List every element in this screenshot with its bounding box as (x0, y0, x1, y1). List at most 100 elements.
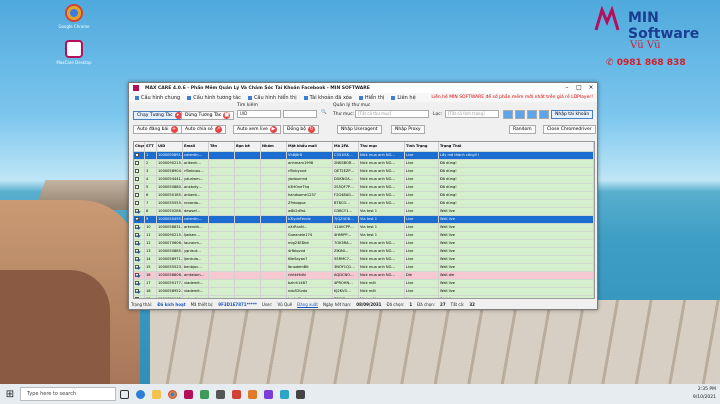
chrome-taskbar-icon[interactable] (164, 387, 180, 401)
table-row[interactable]: 10 1000058831… arkeroth… xXrRnxN… 11AVCPP… Vi… (134, 224, 594, 232)
dung-tuong-tac-button[interactable]: Dừng Tương Tác ■ (181, 111, 235, 120)
row-checkbox[interactable] (134, 248, 145, 255)
column-header[interactable]: Nhóm (261, 142, 287, 151)
search-input[interactable] (283, 110, 317, 118)
dong-bo-button[interactable]: Đồng bộ ↻ (283, 125, 319, 134)
delete-button[interactable] (539, 110, 549, 119)
chay-tuong-tac-button[interactable]: Chạy Tương Tác ▸ (133, 111, 186, 120)
table-row[interactable]: 4 1000054441… ydurlwm… ybdoumnd DUKNOA… Nick … (134, 176, 594, 184)
row-checkbox[interactable] (134, 264, 145, 271)
nhap-tai-khoan-button[interactable]: Nhập tài khoản (551, 110, 594, 119)
column-header[interactable]: Bạn bè (235, 142, 261, 151)
random-button[interactable]: Random (509, 125, 536, 134)
table-row[interactable]: 5 1000050880… anxbvty… k3HOneThq 2S5QF7P… Nic… (134, 184, 594, 192)
row-checkbox[interactable] (134, 216, 145, 223)
maximize-button[interactable]: □ (573, 83, 585, 93)
windows-start-button[interactable]: ⊞ (0, 389, 20, 400)
table-row[interactable]: 19 1000059143… vakentin… kgdyd1vdo PSIMO… Nic… (134, 296, 594, 298)
column-header[interactable]: Trạng Thái (439, 142, 594, 151)
table-row[interactable]: 8 1000050286… dewsef… w8k2dYaL G3BCY1… Via te… (134, 208, 594, 216)
row-checkbox[interactable] (134, 168, 145, 175)
menu-hien-thi[interactable]: Hiển thị (358, 95, 384, 101)
table-row[interactable]: 14 1000058971… ljenkula… tBeSayon7 5SRMC7… Ni… (134, 256, 594, 264)
row-checkbox[interactable] (134, 224, 145, 231)
column-header[interactable]: Mật khẩu mail (287, 142, 333, 151)
row-checkbox[interactable] (134, 192, 145, 199)
app5-taskbar-icon[interactable] (260, 387, 276, 401)
row-checkbox[interactable] (134, 288, 145, 295)
refresh-button[interactable] (503, 110, 513, 119)
column-header[interactable]: Tên (209, 142, 235, 151)
close-chromedriver-button[interactable]: Close Chromedriver (543, 125, 596, 134)
menu-cau-hinh-tuong-tac[interactable]: Cấu hình tương tác (187, 95, 241, 101)
folder-button[interactable] (515, 110, 525, 119)
table-row[interactable]: 13 1000050885… ygnisut… 4rfblqvnd ZIKINI… Nic… (134, 248, 594, 256)
table-row[interactable]: 16 1000058806… amkelam… rtlrtkHldhl AQDCNO… N… (134, 272, 594, 280)
auto-chia-se-button[interactable]: Auto chia sẻ ↗ (181, 125, 226, 134)
table-row[interactable]: 2 1000090215… arikenh… anhmam1998 2NKSBOR… Ni… (134, 160, 594, 168)
column-header[interactable]: Email (183, 142, 209, 151)
nhap-proxy-button[interactable]: Nhập Proxy (391, 125, 425, 134)
auto-xem-live-button[interactable]: Auto xem live ▶ (233, 125, 281, 134)
table-row[interactable]: 17 1000059177… vlademit… bzhrh1487 4PROHN… Ni… (134, 280, 594, 288)
table-row[interactable]: 15 1000055523… benbjoc… IbnodemBit 3NOY1Q1… N… (134, 264, 594, 272)
row-checkbox[interactable] (134, 280, 145, 287)
edge-icon[interactable] (132, 387, 148, 401)
nhap-useragent-button[interactable]: Nhập Useragent (337, 125, 382, 134)
row-checkbox[interactable] (134, 272, 145, 279)
row-checkbox[interactable] (134, 152, 145, 159)
column-header[interactable]: Tình Trạng (405, 142, 439, 151)
app4-taskbar-icon[interactable] (244, 387, 260, 401)
minimize-button[interactable]: – (561, 83, 573, 93)
column-header[interactable]: UID (157, 142, 183, 151)
table-row[interactable]: 1 1000095891… valentin… Vh8j8r8 C331ISK… Nick… (134, 152, 594, 160)
app7-taskbar-icon[interactable] (292, 387, 308, 401)
desktop-icon-maxcare[interactable]: MaxCare Desktop (56, 40, 92, 65)
app6-taskbar-icon[interactable] (276, 387, 292, 401)
table-row[interactable]: 7 1000055555… ronarda… Z9rbqqua BT8CO… Nick m… (134, 200, 594, 208)
system-tray[interactable]: 2:35 PM 9/10/2021 (693, 386, 716, 402)
cell-tt: Live (405, 168, 439, 175)
menu-tai-khoan-da-xoa[interactable]: Tài khoản đã xóa (303, 95, 352, 101)
notice-link[interactable]: Liên hệ MIN SOFTWARE để sở phần mềm mới … (431, 95, 593, 100)
row-checkbox[interactable] (134, 232, 145, 239)
table-row[interactable]: 6 1000050185… anberb… handsome1237 F2G48AG… N… (134, 192, 594, 200)
search-type-select[interactable]: UID (237, 110, 281, 118)
menu-cau-hinh-chung[interactable]: Cấu hình chung (135, 95, 180, 101)
row-checkbox[interactable] (134, 256, 145, 263)
task-view-icon[interactable] (116, 387, 132, 401)
row-checkbox[interactable] (134, 208, 145, 215)
column-header[interactable]: Chọn (134, 142, 145, 151)
table-row[interactable]: 12 1000070606… lauranm… mig23EDbh 7OK5RA… Nic… (134, 240, 594, 248)
column-header[interactable]: STT (145, 142, 157, 151)
close-button[interactable]: × (585, 83, 597, 93)
thu-muc-select[interactable]: [Tất cả thư mục] (355, 110, 429, 118)
logout-link[interactable]: Đăng xuất (297, 302, 318, 307)
table-row[interactable]: 11 1000090215… ljwisen… Gueanele174 4HMIPP… V… (134, 232, 594, 240)
row-checkbox[interactable] (134, 200, 145, 207)
app3-taskbar-icon[interactable] (228, 387, 244, 401)
table-row[interactable]: 18 1000058952… vlademit… ndo52tvdo KJ2KVO… Ni… (134, 288, 594, 296)
loc-select[interactable]: [Tất cả tình trạng] (445, 110, 499, 118)
menu-lien-he[interactable]: Liên hệ (391, 95, 416, 101)
app2-taskbar-icon[interactable] (212, 387, 228, 401)
file-explorer-icon[interactable] (148, 387, 164, 401)
maxcare-taskbar-icon[interactable] (180, 387, 196, 401)
menu-cau-hinh-hien-thi[interactable]: Cấu hình hiển thị (247, 95, 297, 101)
taskbar-search-box[interactable]: Type here to search (20, 387, 116, 401)
table-row[interactable]: 3 1000058904… rf5ebnau… rf5nbyxnd QET2EZP… Ni… (134, 168, 594, 176)
table-row[interactable]: 9 1000050495… valentin… k3lydnFendz 7JQZ4OB…… (134, 216, 594, 224)
row-checkbox[interactable] (134, 240, 145, 247)
app-taskbar-icon[interactable] (196, 387, 212, 401)
cell-empty (209, 280, 235, 287)
row-checkbox[interactable] (134, 296, 145, 298)
search-icon[interactable]: 🔍 (321, 110, 327, 115)
auto-dang-bai-button[interactable]: Auto đăng bài + (133, 125, 182, 134)
column-header[interactable]: Mã 2FA (333, 142, 359, 151)
row-checkbox[interactable] (134, 160, 145, 167)
edit-button[interactable] (527, 110, 537, 119)
row-checkbox[interactable] (134, 184, 145, 191)
row-checkbox[interactable] (134, 176, 145, 183)
desktop-icon-chrome[interactable]: Google Chrome (56, 4, 92, 29)
column-header[interactable]: Thư mục (359, 142, 405, 151)
